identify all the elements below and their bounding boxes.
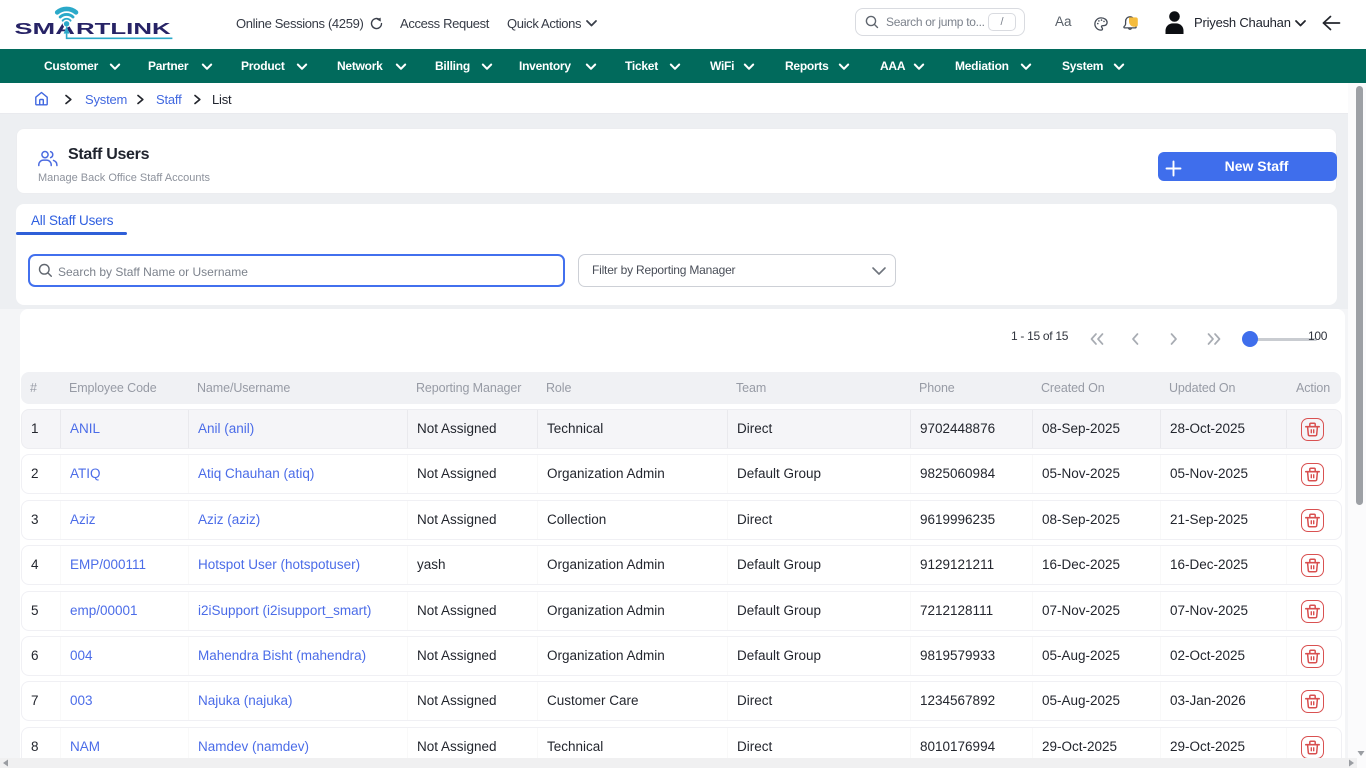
svg-text:SMARTLINK: SMARTLINK — [14, 21, 171, 38]
